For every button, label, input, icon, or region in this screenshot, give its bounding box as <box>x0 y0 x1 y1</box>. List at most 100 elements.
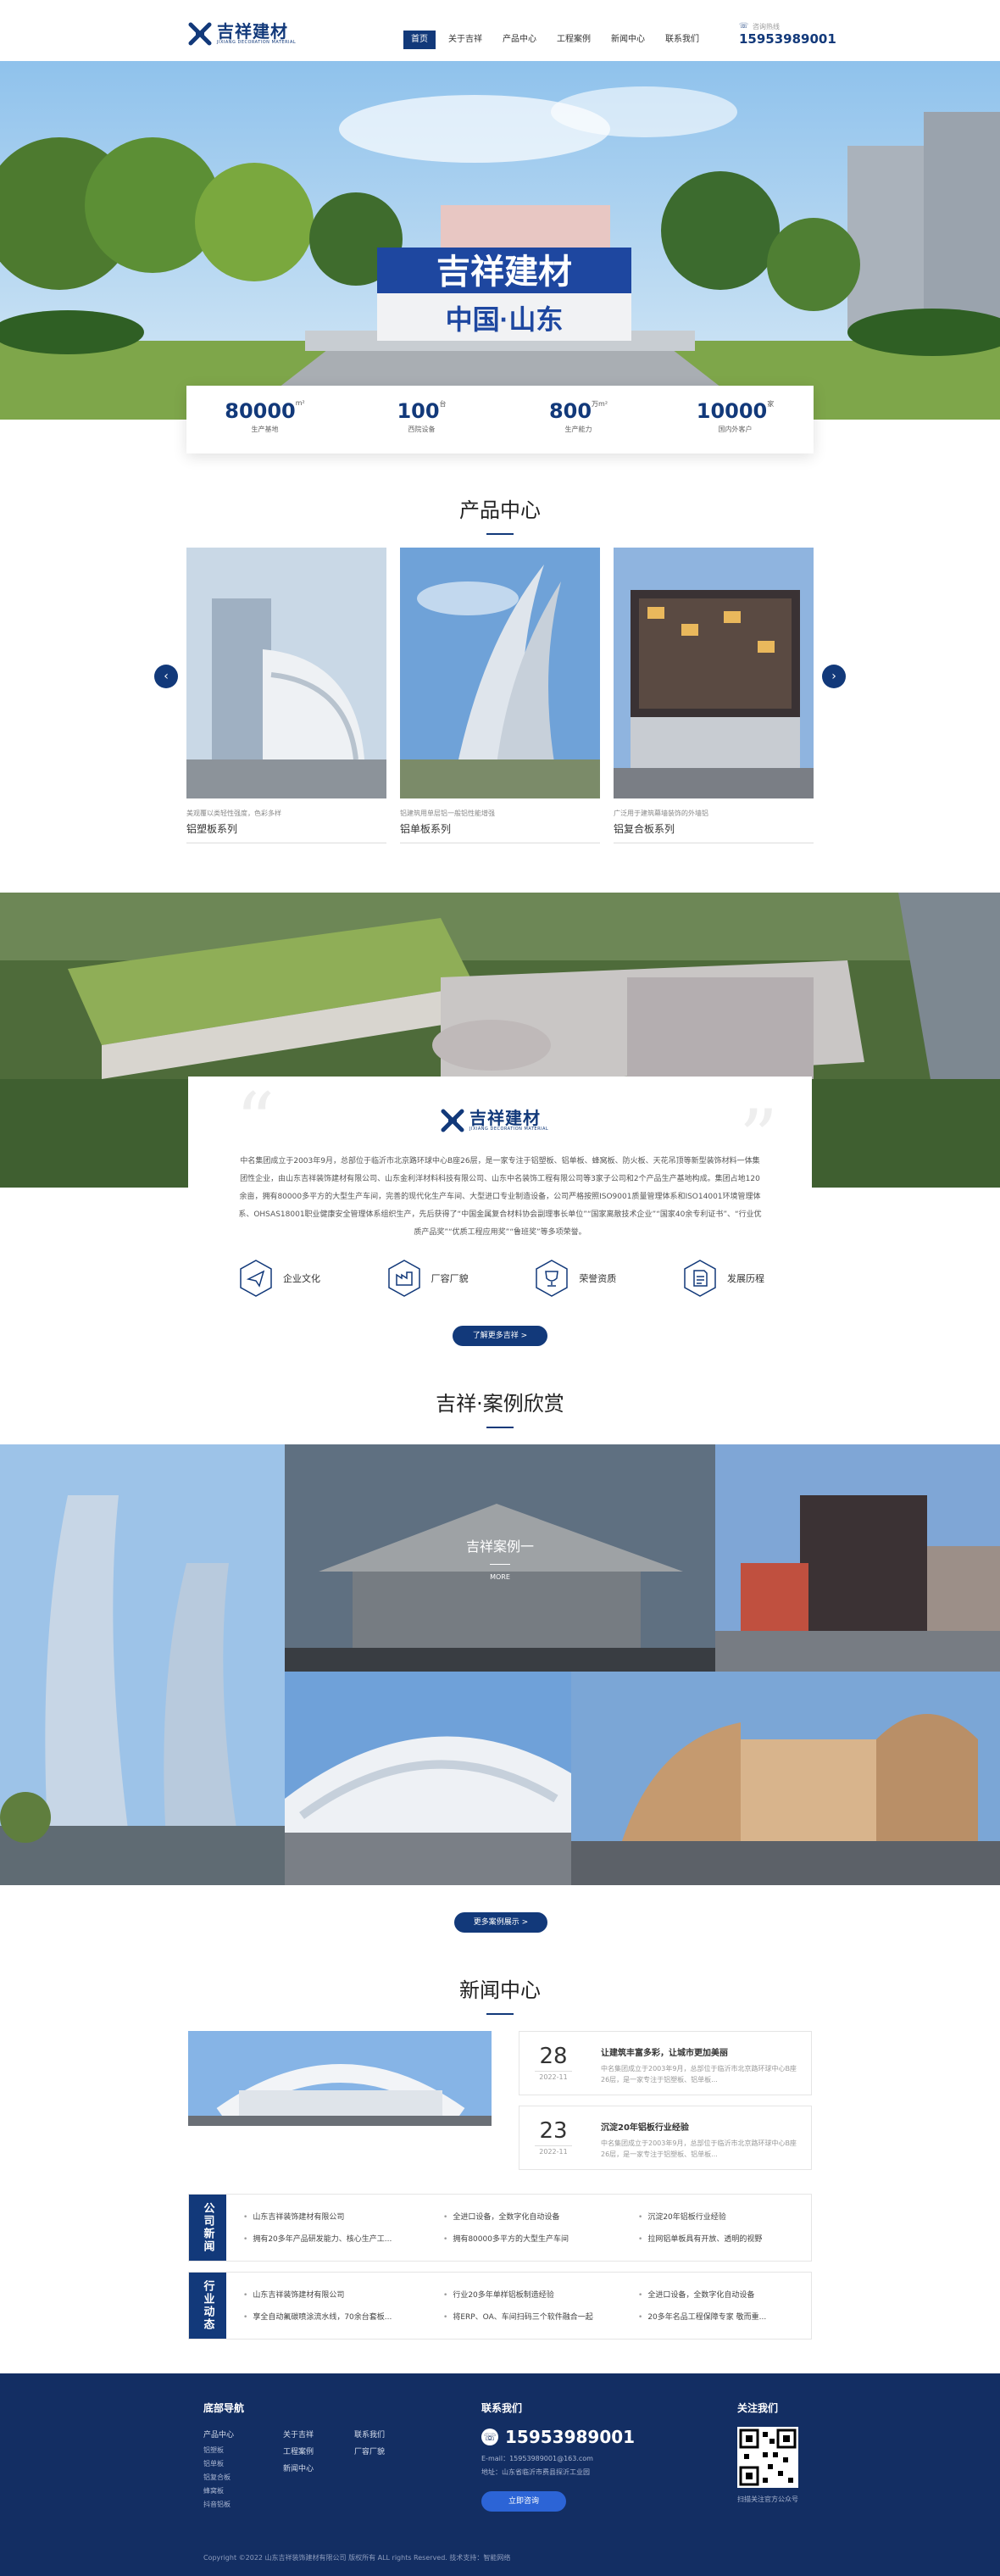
case-item[interactable] <box>715 1444 1000 1672</box>
product-card[interactable]: 广泛用于建筑幕墙装饰的外墙铝 铝复合板系列 <box>614 548 814 843</box>
banner-sign-line1: 吉祥建材 <box>436 253 572 291</box>
about-link-history[interactable]: 发展历程 <box>683 1260 764 1297</box>
case-item-featured[interactable]: 吉祥案例一 MORE <box>285 1444 715 1672</box>
about-link-label: 企业文化 <box>283 1273 320 1284</box>
footer-link[interactable]: 新闻中心 <box>283 2461 354 2478</box>
footer-follow-title: 关注我们 <box>737 2402 779 2414</box>
products-section: 产品中心 ‹ › 美观覆以类轻性强度，色彩多样 铝塑板系列 铝建筑用单层铝一般铝… <box>0 493 1000 843</box>
stat-label: 生产基地 <box>251 426 279 433</box>
main-nav: 首页 关于吉祥 产品中心 工程案例 新闻中心 联系我们 <box>403 31 712 49</box>
footer-link[interactable]: 工程案例 <box>283 2444 354 2461</box>
case-more-link[interactable]: MORE <box>490 1573 510 1581</box>
news-item[interactable]: 28 2022-11 让建筑丰富多彩，让城市更加美丽 中名集团成立于2003年9… <box>519 2031 812 2095</box>
footer-follow: 关注我们 扫描关注官方公众号 <box>737 2401 798 2506</box>
product-image <box>186 548 386 798</box>
news-link[interactable]: 拥有80000多平方的大型生产车间 <box>443 2228 630 2251</box>
product-name[interactable]: 铝复合板系列 <box>614 821 814 836</box>
case-title: 吉祥案例一 <box>465 1538 534 1555</box>
nav-about[interactable]: 关于吉祥 <box>441 31 490 49</box>
phone-icon: ☏ <box>481 2429 498 2445</box>
footer-link[interactable]: 抖音铝板 <box>203 2498 283 2512</box>
news-link[interactable]: 享全自动氟碳喷涂流水线，70余台套板... <box>243 2306 430 2328</box>
nav-news[interactable]: 新闻中心 <box>603 31 653 49</box>
news-item[interactable]: 23 2022-11 沉淀20年铝板行业经验 中名集团成立于2003年9月，总部… <box>519 2106 812 2170</box>
site-logo[interactable]: 吉祥建材 JIXIANG DECORATION MATERIAL <box>188 22 296 46</box>
logo-icon <box>188 22 212 46</box>
news-link[interactable]: 拥有20多年产品研发能力、核心生产工... <box>243 2228 430 2251</box>
cases-heading: 吉祥·案例欣赏 <box>0 1387 1000 1428</box>
stat-item: 100台 西院设备 <box>343 386 500 453</box>
about-paragraph: 中名集团成立于2003年9月，总部位于临沂市北京路环球中心B座26层，是一家专注… <box>238 1157 762 1237</box>
about-link-honors[interactable]: 荣誉资质 <box>535 1260 616 1297</box>
news-link[interactable]: 山东吉祥装饰建材有限公司 <box>243 2284 430 2306</box>
news-link[interactable]: 行业20多年单样铝板制造经验 <box>443 2284 630 2306</box>
footer-link[interactable]: 厂容厂貌 <box>354 2444 425 2461</box>
news-link[interactable]: 全进口设备，全数字化自动设备 <box>443 2206 630 2228</box>
company-news-tag[interactable]: 公司新闻 <box>189 2195 226 2261</box>
factory-icon <box>387 1260 421 1297</box>
stat-unit: 台 <box>439 400 447 408</box>
news-summary: 中名集团成立于2003年9月，总部位于临沂市北京路环球中心B座26层，是一家专注… <box>601 2065 797 2084</box>
news-link[interactable]: 沉淀20年铝板行业经验 <box>638 2206 808 2228</box>
product-name[interactable]: 铝塑板系列 <box>186 821 386 836</box>
product-card[interactable]: 铝建筑用单层铝一般铝性能增强 铝单板系列 <box>400 548 600 843</box>
product-image <box>614 548 814 798</box>
news-heading: 新闻中心 <box>0 1973 1000 2015</box>
news-feature-image[interactable] <box>188 2031 492 2126</box>
stat-number: 80000 <box>225 399 296 423</box>
about-link-culture[interactable]: 企业文化 <box>239 1260 320 1297</box>
news-headline[interactable]: 让建筑丰富多彩，让城市更加美丽 <box>601 2045 804 2058</box>
footer-link[interactable]: 联系我们 <box>354 2427 425 2444</box>
phone-label: ☏ 咨询热线 <box>739 22 780 31</box>
divider <box>490 1564 510 1565</box>
footer-link[interactable]: 铝塑板 <box>203 2444 283 2457</box>
footer-link[interactable]: 产品中心 <box>203 2427 283 2444</box>
product-card[interactable]: 美观覆以类轻性强度，色彩多样 铝塑板系列 <box>186 548 386 843</box>
footer-link[interactable]: 蜂窝板 <box>203 2484 283 2498</box>
footer-link[interactable]: 铝复合板 <box>203 2471 283 2484</box>
footer-link[interactable]: 关于吉祥 <box>283 2427 354 2444</box>
about-link-label: 厂容厂貌 <box>431 1273 469 1284</box>
stat-label: 生产能力 <box>564 426 592 433</box>
nav-contact[interactable]: 联系我们 <box>658 31 707 49</box>
title-underline <box>486 533 514 535</box>
company-news-list: 公司新闻 山东吉祥装饰建材有限公司 拥有20多年产品研发能力、核心生产工... … <box>188 2194 812 2262</box>
news-year-month: 2022-11 <box>535 2071 572 2081</box>
about-link-factory[interactable]: 厂容厂貌 <box>387 1260 469 1297</box>
stat-number: 800 <box>548 399 592 423</box>
nav-home[interactable]: 首页 <box>403 31 436 49</box>
hero-image: 吉祥建材 中国·山东 <box>0 61 1000 420</box>
consult-button[interactable]: 立即咨询 <box>481 2491 566 2512</box>
logo-name-cn: 吉祥建材 <box>469 1107 541 1128</box>
product-desc: 广泛用于建筑幕墙装饰的外墙铝 <box>614 810 708 817</box>
nav-cases[interactable]: 工程案例 <box>549 31 598 49</box>
case-item[interactable] <box>571 1672 1000 1885</box>
footer-nav: 底部导航 产品中心 铝塑板 铝单板 铝复合板 蜂窝板 抖音铝板 关于吉祥 工程案… <box>203 2401 425 2512</box>
industry-news-tag[interactable]: 行业动态 <box>189 2273 226 2339</box>
news-link[interactable]: 全进口设备，全数字化自动设备 <box>638 2284 808 2306</box>
copyright: Copyright ©2022 山东吉祥装饰建材有限公司 版权所有 ALL ri… <box>203 2554 511 2562</box>
news-link[interactable]: 20多年名品工程保障专家 敬而重... <box>638 2306 808 2328</box>
news-link[interactable]: 山东吉祥装饰建材有限公司 <box>243 2206 430 2228</box>
qr-caption: 扫描关注官方公众号 <box>737 2495 798 2503</box>
news-summary: 中名集团成立于2003年9月，总部位于临沂市北京路环球中心B座26层，是一家专注… <box>601 2139 797 2158</box>
product-name[interactable]: 铝单板系列 <box>400 821 600 836</box>
products-prev-button[interactable]: ‹ <box>154 665 178 688</box>
news-link[interactable]: 将ERP、OA、车间扫码三个软件融合一起 <box>443 2306 630 2328</box>
stat-number: 10000 <box>696 399 768 423</box>
stat-label: 国内外客户 <box>718 426 753 433</box>
footer-link[interactable]: 铝单板 <box>203 2457 283 2471</box>
chevron-right-icon: › <box>831 670 836 683</box>
nav-products[interactable]: 产品中心 <box>495 31 544 49</box>
products-next-button[interactable]: › <box>822 665 846 688</box>
news-headline[interactable]: 沉淀20年铝板行业经验 <box>601 2120 804 2133</box>
cases-title: 吉祥·案例欣赏 <box>436 1392 564 1416</box>
stat-item: 80000m² 生产基地 <box>186 386 343 453</box>
about-more-button[interactable]: 了解更多吉祥 > <box>453 1326 547 1346</box>
cases-more-button[interactable]: 更多案例展示 > <box>454 1912 547 1933</box>
stat-item: 10000家 国内外客户 <box>657 386 814 453</box>
case-item[interactable] <box>0 1444 285 1885</box>
news-link[interactable]: 拉网铝单板具有开放、透明的视野 <box>638 2228 808 2251</box>
news-date: 28 2022-11 <box>535 2044 572 2081</box>
case-item[interactable] <box>285 1672 571 1885</box>
